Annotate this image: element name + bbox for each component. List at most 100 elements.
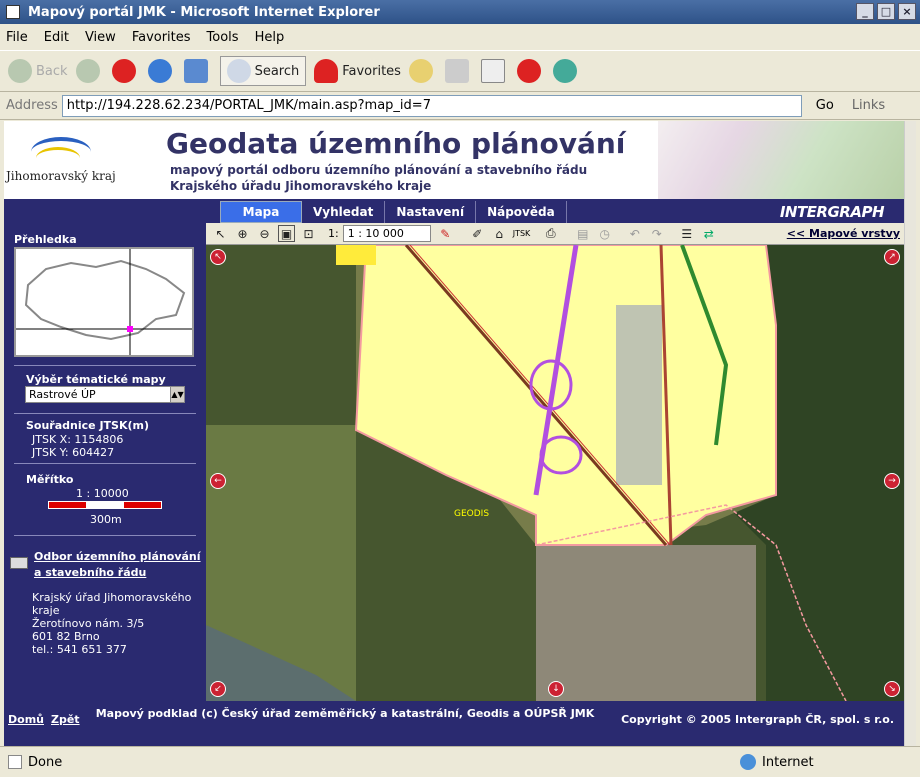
scale-bar: [48, 501, 162, 509]
forward-button[interactable]: [75, 59, 104, 83]
tab-vyhledat[interactable]: Vyhledat: [302, 201, 386, 223]
tab-napoveda[interactable]: Nápověda: [476, 201, 567, 223]
pan-southwest-icon[interactable]: ↙: [210, 681, 226, 697]
map-view[interactable]: GEODIS ↖ ↗ ← → ↙ ↓ ↘: [206, 245, 904, 701]
back-button[interactable]: Back: [8, 59, 68, 83]
status-text: Done: [28, 754, 63, 770]
minimize-button[interactable]: _: [856, 3, 874, 20]
edit-button[interactable]: [480, 59, 509, 83]
print-map-icon[interactable]: ⎙: [542, 225, 559, 242]
globe-icon: [740, 754, 756, 770]
overview-map[interactable]: [14, 247, 194, 357]
building-icon[interactable]: ⌂: [491, 225, 508, 242]
page-footer: Domů Zpět Mapový podklad (c) Český úřad …: [4, 701, 904, 746]
favorites-button[interactable]: Favorites: [314, 59, 401, 83]
undo-icon[interactable]: ↶: [626, 225, 643, 242]
swap-icon[interactable]: ⇄: [700, 225, 717, 242]
menu-view[interactable]: View: [85, 30, 116, 45]
zoom-out-icon[interactable]: ⊖: [256, 225, 273, 242]
menu-edit[interactable]: Edit: [44, 30, 69, 45]
stop-button[interactable]: [111, 59, 140, 83]
jmk-logo: Jihomoravský kraj: [6, 131, 116, 191]
theme-select[interactable]: Rastrové ÚP ▲▼: [25, 386, 185, 403]
page-subtitle-2: Krajského úřadu Jihomoravského kraje: [170, 179, 432, 193]
status-bar: Done Internet: [0, 746, 920, 777]
close-button[interactable]: ×: [898, 3, 916, 20]
back-link[interactable]: Zpět: [51, 713, 80, 726]
eraser-icon[interactable]: ✎: [437, 225, 454, 242]
history-icon: [408, 59, 433, 83]
menu-file[interactable]: File: [6, 30, 28, 45]
copyright: Copyright © 2005 Intergraph ČR, spol. s …: [621, 713, 894, 726]
links-button[interactable]: Links: [852, 98, 885, 113]
measure-icon[interactable]: ✐: [469, 225, 486, 242]
pan-east-icon[interactable]: →: [884, 473, 900, 489]
jtsk-y: JTSK Y: 604427: [32, 446, 115, 459]
refresh-icon: [147, 59, 172, 83]
refresh-button[interactable]: [147, 59, 176, 83]
zoom-extent-icon[interactable]: ⊡: [300, 225, 317, 242]
home-button[interactable]: [183, 59, 212, 83]
pan-west-icon[interactable]: ←: [210, 473, 226, 489]
coords-title: Souřadnice JTSK(m): [26, 419, 150, 432]
jtsk-x: JTSK X: 1154806: [32, 433, 124, 446]
zoom-in-icon[interactable]: ⊕: [234, 225, 251, 242]
pan-south-icon[interactable]: ↓: [548, 681, 564, 697]
tab-nastaveni[interactable]: Nastavení: [385, 201, 477, 223]
people-icon: [552, 59, 577, 83]
history-button[interactable]: [408, 59, 437, 83]
page-header: Jihomoravský kraj Geodata územního pláno…: [4, 121, 904, 199]
scale-value: 1 : 10000: [76, 487, 129, 500]
redo-icon[interactable]: ↷: [648, 225, 665, 242]
back-arrow-icon: [8, 59, 32, 83]
menu-tools[interactable]: Tools: [207, 30, 239, 45]
forward-arrow-icon: [75, 59, 100, 83]
sidebar: Přehledka Výběr tématické mapy Rastrové …: [4, 223, 206, 701]
intergraph-logo: INTERGRAPH: [779, 203, 885, 221]
browser-toolbar: Back Search Favorites: [0, 50, 920, 92]
scale-select[interactable]: 1 : 10 000: [342, 225, 431, 242]
list-icon[interactable]: ☰: [678, 225, 695, 242]
main-nav: Mapa Vyhledat Nastavení Nápověda INTERGR…: [4, 199, 904, 223]
address-label: Address: [6, 98, 58, 113]
address-input[interactable]: http://194.228.62.234/PORTAL_JMK/main.as…: [61, 94, 802, 117]
vertical-scrollbar[interactable]: [904, 121, 916, 746]
legend-icon[interactable]: ▤: [574, 225, 591, 242]
window-title: Mapový portál JMK - Microsoft Internet E…: [28, 4, 380, 20]
page-icon: [8, 755, 22, 769]
pointer-icon[interactable]: ↖: [212, 225, 229, 242]
zoom-window-icon[interactable]: ▣: [278, 225, 295, 242]
map-source-note: Mapový podklad (c) Český úřad zeměměřick…: [95, 707, 595, 720]
search-button[interactable]: Search: [219, 56, 307, 86]
messenger-button[interactable]: [516, 59, 545, 83]
tab-mapa[interactable]: Mapa: [220, 201, 302, 223]
go-button[interactable]: Go: [816, 98, 834, 113]
scale-length: 300m: [90, 513, 122, 526]
pan-northeast-icon[interactable]: ↗: [884, 249, 900, 265]
jtsk-tool[interactable]: JTSK: [513, 229, 531, 238]
zone-text: Internet: [762, 754, 814, 770]
scale-title: Měřítko: [26, 473, 74, 486]
contact-link[interactable]: Odbor územního plánování a stavebního řá…: [34, 549, 204, 581]
address-bar: Address http://194.228.62.234/PORTAL_JMK…: [0, 92, 920, 120]
home-link[interactable]: Domů: [8, 713, 44, 726]
print-button[interactable]: [444, 59, 473, 83]
scale-prefix: 1:: [328, 227, 339, 240]
envelope-icon: [10, 557, 28, 569]
office-address: Krajský úřad Jihomoravského kraje Žerotí…: [32, 591, 192, 656]
map-toolbar: ↖ ⊕ ⊖ ▣ ⊡ 1: 1 : 10 000 ✎ ✐ ⌂ JTSK ⎙ ▤ ◷…: [206, 223, 904, 245]
window-title-bar: Mapový portál JMK - Microsoft Internet E…: [0, 0, 920, 24]
page-title: Geodata územního plánování: [166, 127, 626, 160]
maximize-button[interactable]: □: [877, 3, 895, 20]
heart-icon: [314, 59, 339, 83]
web-page: Jihomoravský kraj Geodata územního pláno…: [4, 121, 904, 746]
menu-favorites[interactable]: Favorites: [132, 30, 191, 45]
contacts-button[interactable]: [552, 59, 581, 83]
map-layers-link[interactable]: << Mapové vrstvy: [787, 227, 900, 240]
pan-northwest-icon[interactable]: ↖: [210, 249, 226, 265]
clock-icon[interactable]: ◷: [596, 225, 613, 242]
menu-bar: File Edit View Favorites Tools Help: [0, 24, 920, 50]
menu-help[interactable]: Help: [255, 30, 285, 45]
pan-southeast-icon[interactable]: ↘: [884, 681, 900, 697]
messenger-icon: [516, 59, 541, 83]
